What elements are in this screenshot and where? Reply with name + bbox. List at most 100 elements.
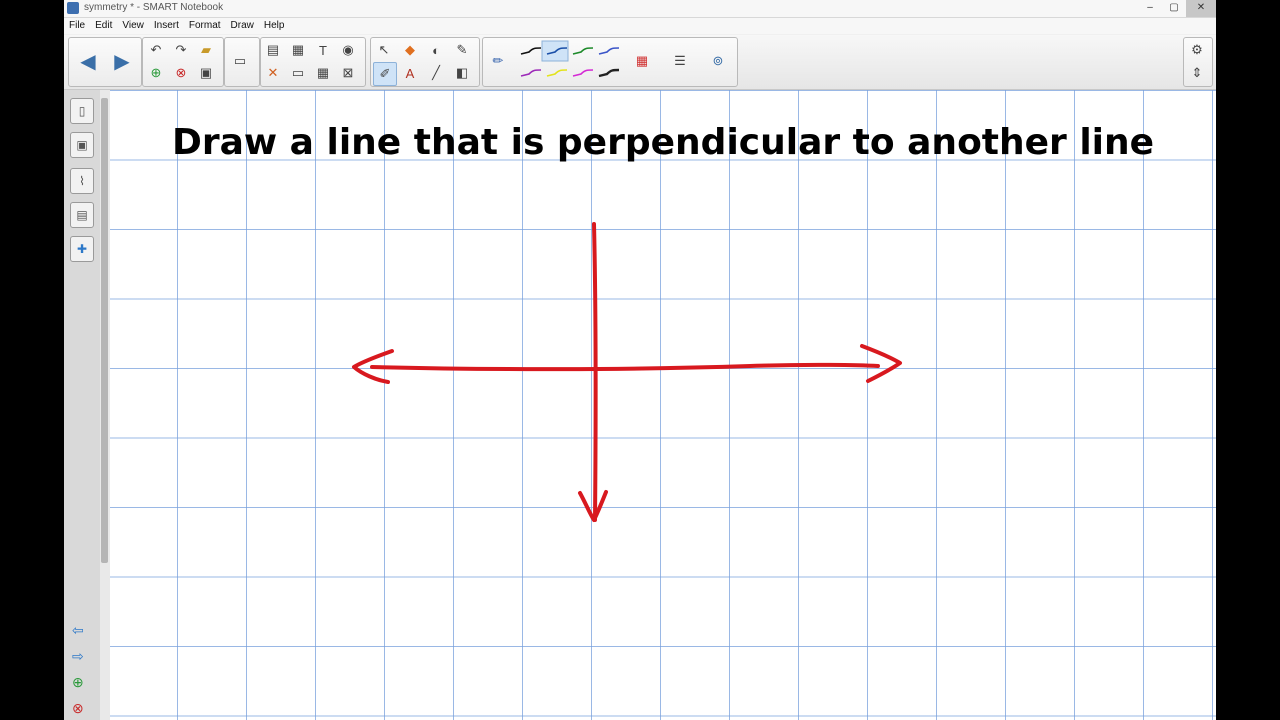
nav-group: ◀ ▶: [68, 37, 142, 87]
app-icon: [67, 2, 79, 14]
attachments-icon: ⌇: [79, 174, 85, 188]
side-tab-panel: ▯ ▣ ⌇ ▤ ✚ ⇦ ⇨ ⊕ ⊗: [64, 90, 101, 720]
save-icon: ▣: [199, 65, 213, 80]
ink-drawing[interactable]: [110, 90, 1216, 720]
undo-button[interactable]: ↶: [145, 39, 167, 61]
menu-format[interactable]: Format: [184, 18, 226, 34]
menu-file[interactable]: File: [64, 18, 90, 34]
gear-icon: ⚙: [1191, 42, 1203, 57]
arrow-right-icon: ⇨: [72, 648, 84, 664]
attachments-tab[interactable]: ⌇: [70, 168, 94, 194]
gallery-icon: ▣: [76, 138, 88, 152]
pen-color-swatch[interactable]: [598, 68, 620, 78]
notebook-page-canvas[interactable]: Draw a line that is perpendicular to ano…: [110, 90, 1216, 720]
addons-icon: ✚: [76, 242, 88, 256]
open-file-button[interactable]: ▰: [195, 39, 217, 61]
close-object-button[interactable]: ⊠: [337, 62, 359, 84]
page-sorter-icon: ▯: [78, 104, 86, 118]
pen-color-swatch[interactable]: [572, 47, 594, 55]
show-hide-button[interactable]: ▭: [287, 62, 309, 84]
gallery-tab[interactable]: ▣: [70, 132, 94, 158]
magic-pen-tool[interactable]: ✎: [451, 39, 473, 61]
scrollbar-thumb[interactable]: [101, 98, 108, 563]
menu-insert[interactable]: Insert: [149, 18, 184, 34]
screen-shade-icon: ▭: [291, 65, 305, 80]
redo-button[interactable]: ↷: [170, 39, 192, 61]
next-page-button[interactable]: ⇨: [72, 648, 84, 665]
save-button[interactable]: ▣: [195, 62, 217, 84]
table-icon: ▦: [316, 65, 330, 80]
link-icon: ⊚: [712, 53, 724, 68]
pen-color-swatch[interactable]: [572, 69, 594, 77]
delete-icon: ✕: [267, 65, 279, 80]
shapes-tool[interactable]: ◆: [399, 39, 421, 61]
title-bar: symmetry * - SMART Notebook – ▢ ✕: [64, 0, 1216, 18]
close-window-button[interactable]: ✕: [1186, 0, 1216, 17]
menu-view[interactable]: View: [117, 18, 149, 34]
maximize-button[interactable]: ▢: [1162, 0, 1186, 17]
tools-group: ↖ ◆ ◐ ✎ ✐ A ╱ ◧: [370, 37, 480, 87]
menu-help[interactable]: Help: [259, 18, 290, 34]
previous-page-button[interactable]: ⇦: [72, 622, 84, 639]
paste-icon: ▤: [266, 42, 280, 57]
shapes-icon: ◆: [405, 42, 415, 57]
edit-group: ↶ ↷ ▰ ⊕ ⊗ ▣: [142, 37, 224, 87]
page-sorter-tab[interactable]: ▯: [70, 98, 94, 124]
line-tool[interactable]: ╱: [425, 62, 447, 84]
magic-pen-icon: ✎: [456, 42, 468, 57]
object-group: ▤ ▦ T ◉ ✕ ▭ ▦ ⊠: [260, 37, 366, 87]
line-properties-button[interactable]: ☰: [669, 50, 691, 72]
delete-page-button[interactable]: ⊗: [170, 62, 192, 84]
smart-notebook-window: symmetry * - SMART Notebook – ▢ ✕ File E…: [64, 0, 1216, 720]
delete-page-side-button[interactable]: ⊗: [72, 700, 84, 717]
pen-color-swatch[interactable]: [520, 69, 542, 77]
menu-draw[interactable]: Draw: [226, 18, 259, 34]
delete-page-icon: ⊗: [175, 65, 187, 80]
settings-button[interactable]: ⚙: [1186, 39, 1208, 61]
horizontal-ink-line[interactable]: [370, 362, 880, 372]
pen-color-swatch[interactable]: [546, 69, 568, 77]
addons-tab[interactable]: ✚: [70, 236, 94, 262]
window-controls: – ▢ ✕: [1138, 0, 1216, 17]
arrow-left-icon: ◀: [80, 50, 96, 73]
display-group: ▭: [224, 37, 260, 87]
forward-button[interactable]: ▶: [106, 39, 138, 83]
vertical-scrollbar[interactable]: [100, 90, 110, 720]
window-title: symmetry * - SMART Notebook: [84, 2, 224, 13]
pen-color-swatches: [517, 40, 627, 84]
display-screen-button[interactable]: ▭: [229, 50, 251, 72]
bottom-arrowhead[interactable]: [578, 490, 608, 522]
fill-tool[interactable]: ◧: [451, 62, 473, 84]
move-toolbar-button[interactable]: ⇕: [1186, 62, 1208, 84]
text-tool-button[interactable]: T: [312, 39, 334, 61]
redo-icon: ↷: [175, 42, 187, 57]
pencil-icon: ✏: [492, 53, 504, 68]
minimize-button[interactable]: –: [1138, 0, 1162, 17]
select-tool[interactable]: ↖: [373, 39, 395, 61]
properties-tab[interactable]: ▤: [70, 202, 94, 228]
toolbar-settings-group: ⚙ ⇕: [1183, 37, 1213, 87]
paste-button[interactable]: ▤: [262, 39, 284, 61]
move-toolbar-icon: ⇕: [1191, 65, 1203, 80]
capture-button[interactable]: ◉: [337, 39, 359, 61]
back-button[interactable]: ◀: [72, 39, 104, 83]
text-tool[interactable]: A: [399, 62, 421, 84]
line-icon: ╱: [432, 65, 440, 80]
insert-table-button[interactable]: ▦: [312, 62, 334, 84]
vertical-ink-line[interactable]: [592, 222, 598, 522]
add-page-side-button[interactable]: ⊕: [72, 674, 84, 691]
eraser-tool[interactable]: ◐: [425, 39, 447, 61]
pencil-button[interactable]: ✏: [487, 50, 509, 72]
delete-button[interactable]: ✕: [262, 62, 284, 84]
right-arrowhead[interactable]: [860, 344, 902, 383]
menu-edit[interactable]: Edit: [90, 18, 117, 34]
pen-color-swatch[interactable]: [598, 47, 620, 55]
pens-tool[interactable]: ✐: [373, 62, 397, 86]
pen-color-swatch[interactable]: [520, 47, 542, 55]
folder-icon: ▰: [201, 42, 211, 57]
add-page-button[interactable]: ⊕: [145, 62, 167, 84]
link-button[interactable]: ⊚: [707, 50, 729, 72]
screen-shade-button[interactable]: ▦: [287, 39, 309, 61]
arrow-right-icon: ▶: [114, 50, 130, 73]
color-palette-button[interactable]: ▦: [631, 50, 653, 72]
